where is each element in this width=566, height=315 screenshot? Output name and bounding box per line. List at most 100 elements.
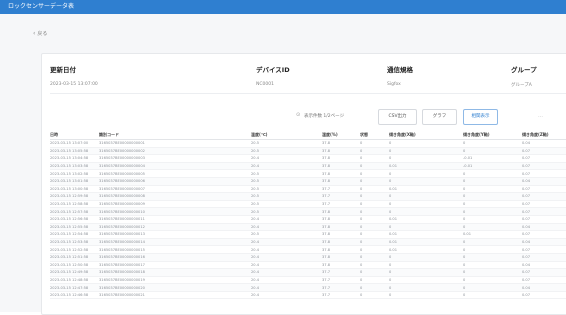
table-cell: 0: [463, 192, 522, 201]
table-cell: 2023-03-15 12:59:58: [50, 192, 99, 201]
column-header[interactable]: 傾き角度(X軸): [389, 130, 463, 140]
table-cell: 3165037BE00000000009: [99, 200, 251, 209]
table-cell: 20.4: [251, 162, 322, 171]
table-cell: 2023-03-15 12:49:58: [50, 268, 99, 277]
graph-button[interactable]: グラフ: [422, 109, 457, 125]
table-cell: 0.01: [389, 215, 463, 224]
table-cell: 0.07: [522, 215, 566, 224]
table-row[interactable]: 2023-03-15 12:59:58 3165037BE00000000008 2…: [50, 192, 566, 201]
table-cell: 0: [389, 207, 463, 216]
table-cell: 2023-03-15 12:53:58: [50, 238, 99, 247]
table-cell: 37.8: [322, 207, 360, 216]
column-header[interactable]: 傾き角度(Y軸): [463, 130, 522, 140]
table-cell: 37.8: [322, 215, 360, 224]
table-cell: 3165037BE00000000015: [99, 245, 251, 254]
column-header[interactable]: 状態: [360, 130, 389, 140]
page-info: 表示件数 1/2ページ: [304, 114, 345, 119]
table-cell: 0: [360, 283, 389, 292]
table-row[interactable]: 2023-03-15 12:53:58 3165037BE00000000014 2…: [50, 238, 566, 247]
table-row[interactable]: 2023-03-15 13:01:58 3165037BE00000000006 2…: [50, 177, 566, 186]
table-cell: 0: [389, 177, 463, 186]
back-link[interactable]: ‹ 戻る: [33, 30, 47, 38]
table-cell: 0: [463, 253, 522, 262]
more-icon[interactable]: …: [538, 113, 543, 119]
table-cell: 0.04: [522, 238, 566, 247]
table-row[interactable]: 2023-03-15 12:49:58 3165037BE00000000018 2…: [50, 268, 566, 277]
table-cell: 20.5: [251, 192, 322, 201]
table-cell: 37.7: [322, 291, 360, 300]
table-cell: 0: [360, 253, 389, 262]
table-row[interactable]: 2023-03-15 12:52:58 3165037BE00000000015 2…: [50, 245, 566, 254]
table-cell: 20.4: [251, 154, 322, 163]
table-cell: 0: [360, 268, 389, 277]
table-row[interactable]: 2023-03-15 12:46:58 3165037BE00000000021 2…: [50, 291, 566, 300]
table-row[interactable]: 2023-03-15 12:48:58 3165037BE00000000019 2…: [50, 276, 566, 285]
table-cell: 0.07: [522, 230, 566, 239]
table-cell: 2023-03-15 12:46:58: [50, 291, 99, 300]
table-cell: 3165037BE00000000011: [99, 215, 251, 224]
table-cell: 20.4: [251, 268, 322, 277]
table-cell: 0.07: [522, 169, 566, 178]
table-cell: 37.7: [322, 185, 360, 194]
table-cell: 20.4: [251, 215, 322, 224]
table-row[interactable]: 2023-03-15 12:55:58 3165037BE00000000012 2…: [50, 223, 566, 232]
table-cell: 0.04: [522, 223, 566, 232]
table-cell: 37.7: [322, 276, 360, 285]
table-cell: 3165037BE00000000001: [99, 139, 251, 148]
table-row[interactable]: 2023-03-15 13:03:58 3165037BE00000000004 2…: [50, 162, 566, 171]
back-label: 戻る: [37, 31, 48, 37]
table-row[interactable]: 2023-03-15 12:57:58 3165037BE00000000010 2…: [50, 207, 566, 216]
column-header[interactable]: 傾き角度(Z軸): [522, 130, 566, 140]
table-cell: 20.5: [251, 147, 322, 156]
info-value-protocol: Sigfox: [387, 82, 401, 87]
table-cell: 20.4: [251, 283, 322, 292]
table-cell: 2023-03-15 12:55:58: [50, 223, 99, 232]
filter-icon[interactable]: ⊙: [296, 112, 300, 118]
info-value-updated: 2023-03-15 13:07:00: [50, 82, 98, 87]
table-row[interactable]: 2023-03-15 13:07:00 3165037BE00000000001 2…: [50, 139, 566, 148]
column-header[interactable]: 湿度(%): [322, 130, 360, 140]
column-header[interactable]: 温度(℃): [251, 130, 322, 140]
table-cell: 0.07: [522, 291, 566, 300]
table-cell: 3165037BE00000000016: [99, 253, 251, 262]
table-cell: 37.8: [322, 230, 360, 239]
table-row[interactable]: 2023-03-15 12:47:58 3165037BE00000000020 2…: [50, 283, 566, 292]
table-row[interactable]: 2023-03-15 13:05:58 3165037BE00000000002 2…: [50, 147, 566, 156]
table-row[interactable]: 2023-03-15 12:58:58 3165037BE00000000009 2…: [50, 200, 566, 209]
table-cell: 20.4: [251, 261, 322, 270]
table-cell: 3165037BE00000000006: [99, 177, 251, 186]
table-cell: 20.5: [251, 177, 322, 186]
table-cell: 37.7: [322, 283, 360, 292]
table-row[interactable]: 2023-03-15 12:50:58 3165037BE00000000017 2…: [50, 261, 566, 270]
table-cell: 20.5: [251, 169, 322, 178]
table-row[interactable]: 2023-03-15 13:00:58 3165037BE00000000007 2…: [50, 185, 566, 194]
table-cell: 20.5: [251, 139, 322, 148]
column-header[interactable]: 日時: [50, 130, 99, 140]
table-cell: 0: [463, 169, 522, 178]
csv-export-button[interactable]: CSV出力: [378, 109, 417, 125]
table-cell: 0: [389, 192, 463, 201]
table-cell: 0: [360, 223, 389, 232]
table-cell: 0: [360, 238, 389, 247]
column-header[interactable]: 識別コード: [99, 130, 251, 140]
table-row[interactable]: 2023-03-15 12:51:58 3165037BE00000000016 2…: [50, 253, 566, 262]
table-cell: 3165037BE00000000002: [99, 147, 251, 156]
table-cell: 2023-03-15 13:02:58: [50, 169, 99, 178]
table-cell: 0.07: [522, 154, 566, 163]
table-cell: 3165037BE00000000020: [99, 283, 251, 292]
table-cell: 3165037BE00000000014: [99, 238, 251, 247]
table-cell: 0.01: [389, 245, 463, 254]
table-cell: 0: [360, 185, 389, 194]
table-row[interactable]: 2023-03-15 13:02:58 3165037BE00000000005 2…: [50, 169, 566, 178]
table-cell: 2023-03-15 12:56:58: [50, 215, 99, 224]
table-cell: 0: [463, 245, 522, 254]
table-row[interactable]: 2023-03-15 13:04:58 3165037BE00000000003 2…: [50, 154, 566, 163]
table-cell: 20.5: [251, 230, 322, 239]
table-cell: 0: [389, 261, 463, 270]
table-cell: 20.4: [251, 238, 322, 247]
table-row[interactable]: 2023-03-15 12:56:58 3165037BE00000000011 2…: [50, 215, 566, 224]
correlation-button[interactable]: 相関表示: [463, 109, 498, 125]
table-cell: 0: [360, 154, 389, 163]
table-row[interactable]: 2023-03-15 12:54:58 3165037BE00000000013 2…: [50, 230, 566, 239]
table-cell: 37.8: [322, 253, 360, 262]
